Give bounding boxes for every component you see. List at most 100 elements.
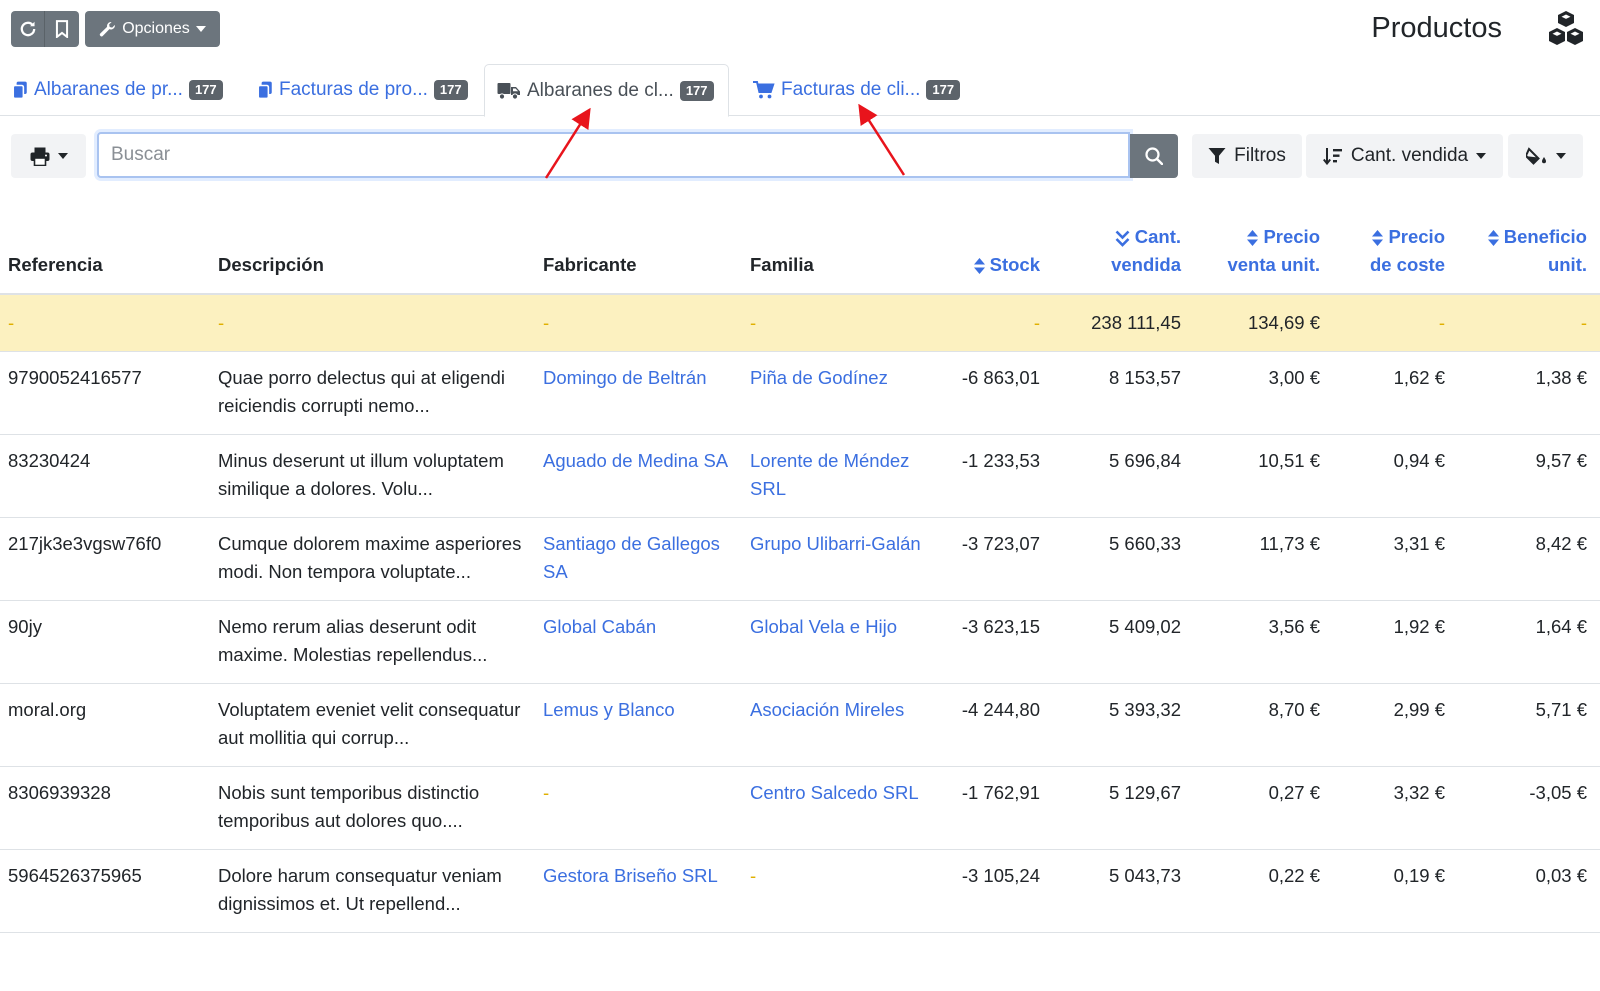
header-qty-sold-line2: vendida (1111, 254, 1181, 275)
search-button[interactable] (1130, 134, 1178, 178)
table-row[interactable]: 217jk3e3vgsw76f0 Cumque dolorem maxime a… (0, 517, 1600, 601)
cell-unit-profit: -3,05 € (1458, 766, 1600, 850)
chevron-down-icon (1555, 153, 1566, 159)
tab-bar: Albaranes de pr... 177 Facturas de pro..… (0, 64, 1600, 117)
cell-description: Voluptatem eveniet velit consequatur aut… (210, 683, 535, 767)
family-link[interactable]: Piña de Godínez (750, 367, 888, 388)
count-badge: 177 (926, 80, 961, 100)
family-link[interactable]: Asociación Mireles (750, 699, 904, 720)
top-bar: Opciones Productos (0, 0, 1600, 60)
sort-icon (1372, 230, 1384, 247)
print-dropdown-button[interactable] (11, 134, 86, 178)
printer-icon (30, 147, 49, 166)
family-link[interactable]: Grupo Ulibarri-Galán (750, 533, 921, 554)
sort-dropdown-button[interactable]: Cant. vendida (1306, 134, 1503, 178)
header-cost-price[interactable]: Precio de coste (1333, 205, 1458, 295)
cell-description: Minus deserunt ut illum voluptatem simil… (210, 434, 535, 518)
reload-button[interactable] (11, 11, 45, 47)
tab-supplier-delivery-notes[interactable]: Albaranes de pr... 177 (0, 64, 235, 116)
tab-label: Facturas de pro... (279, 79, 428, 100)
cell-unit-price: 10,51 € (1194, 434, 1333, 518)
family-link[interactable]: Centro Salcedo SRL (750, 782, 919, 803)
tab-customer-invoices[interactable]: Facturas de cli... 177 (741, 64, 972, 116)
cell-cost-price: 1,92 € (1333, 600, 1458, 684)
header-manufacturer[interactable]: Fabricante (535, 205, 742, 295)
color-dropdown-button[interactable] (1508, 134, 1583, 178)
cell-unit-profit: 5,71 € (1458, 683, 1600, 767)
totals-row: - - - - - 238 111,45 134,69 € - - (0, 294, 1600, 352)
truck-icon (497, 82, 520, 100)
cell-stock: -6 863,01 (950, 351, 1053, 435)
chevron-down-icon (1476, 153, 1487, 159)
manufacturer-link[interactable]: Gestora Briseño SRL (543, 865, 718, 886)
cell-qty-sold: 5 696,84 (1053, 434, 1194, 518)
manufacturer-link[interactable]: Global Cabán (543, 616, 656, 637)
table-row[interactable]: 5964526375965 Dolore harum consequatur v… (0, 849, 1600, 933)
family-link[interactable]: Global Vela e Hijo (750, 616, 897, 637)
cell-reference: 8306939328 (0, 766, 210, 850)
manufacturer-link[interactable]: Lemus y Blanco (543, 699, 675, 720)
family-link[interactable]: Lorente de Méndez SRL (750, 450, 909, 499)
cell-cost-price: 2,99 € (1333, 683, 1458, 767)
cell-unit-profit: 1,38 € (1458, 351, 1600, 435)
header-qty-sold-line1: Cant. (1134, 226, 1181, 247)
cell-description: Cumque dolorem maxime asperiores modi. N… (210, 517, 535, 601)
header-unit-profit[interactable]: Beneficio unit. (1458, 205, 1600, 295)
tab-supplier-invoices[interactable]: Facturas de pro... 177 (245, 64, 480, 116)
cell-reference: 83230424 (0, 434, 210, 518)
bookmark-button[interactable] (45, 11, 79, 47)
cell-unit-profit: 1,64 € (1458, 600, 1600, 684)
tab-customer-delivery-notes[interactable]: Albaranes de cl... 177 (484, 64, 729, 117)
manufacturer-link[interactable]: Santiago de Gallegos SA (543, 533, 720, 582)
manufacturer-link[interactable]: Aguado de Medina SA (543, 450, 728, 471)
page-title: Productos (1371, 12, 1502, 44)
header-unit-price[interactable]: Precio venta unit. (1194, 205, 1333, 295)
table-row[interactable]: 8306939328 Nobis sunt temporibus distinc… (0, 766, 1600, 850)
totals-description: - (210, 294, 535, 352)
filters-button[interactable]: Filtros (1192, 134, 1302, 178)
cell-stock: -4 244,80 (950, 683, 1053, 767)
cell-reference: 217jk3e3vgsw76f0 (0, 517, 210, 601)
cell-unit-price: 0,27 € (1194, 766, 1333, 850)
cell-unit-price: 3,56 € (1194, 600, 1333, 684)
sort-icon (973, 258, 985, 275)
cell-unit-price: 8,70 € (1194, 683, 1333, 767)
wrench-icon (100, 21, 116, 36)
cell-reference: 90jy (0, 600, 210, 684)
cell-unit-profit: 0,03 € (1458, 849, 1600, 933)
sort-amount-down-icon (1322, 148, 1342, 165)
header-family[interactable]: Familia (742, 205, 950, 295)
products-table: Referencia Descripción Fabricante Famili… (0, 205, 1600, 933)
cell-stock: -3 623,15 (950, 600, 1053, 684)
copy-icon (257, 81, 272, 99)
tab-label: Albaranes de pr... (34, 79, 183, 100)
totals-stock: - (950, 294, 1053, 352)
table-row[interactable]: 9790052416577 Quae porro delectus qui at… (0, 351, 1600, 435)
table-row[interactable]: 90jy Nemo rerum alias deserunt odit maxi… (0, 600, 1600, 684)
header-reference[interactable]: Referencia (0, 205, 210, 295)
totals-family: - (742, 294, 950, 352)
options-dropdown-button[interactable]: Opciones (85, 11, 220, 47)
manufacturer-link[interactable]: Domingo de Beltrán (543, 367, 707, 388)
header-description[interactable]: Descripción (210, 205, 535, 295)
count-badge: 177 (188, 80, 223, 100)
cell-unit-price: 11,73 € (1194, 517, 1333, 601)
cell-qty-sold: 5 409,02 (1053, 600, 1194, 684)
table-header-row: Referencia Descripción Fabricante Famili… (0, 205, 1600, 295)
totals-manufacturer: - (535, 294, 742, 352)
cell-reference: 5964526375965 (0, 849, 210, 933)
fill-drip-icon (1525, 147, 1546, 165)
table-row[interactable]: moral.org Voluptatem eveniet velit conse… (0, 683, 1600, 767)
table-row[interactable]: 83230424 Minus deserunt ut illum volupta… (0, 434, 1600, 518)
copy-icon (12, 81, 27, 99)
cell-cost-price: 3,32 € (1333, 766, 1458, 850)
cell-qty-sold: 5 393,32 (1053, 683, 1194, 767)
header-stock[interactable]: Stock (950, 205, 1053, 295)
search-input[interactable] (97, 132, 1130, 178)
cell-manufacturer-empty: - (535, 766, 742, 850)
header-qty-sold[interactable]: Cant. vendida (1053, 205, 1194, 295)
cell-description: Nobis sunt temporibus distinctio tempori… (210, 766, 535, 850)
cell-stock: -3 105,24 (950, 849, 1053, 933)
cell-family-empty: - (742, 849, 950, 933)
cell-unit-profit: 8,42 € (1458, 517, 1600, 601)
